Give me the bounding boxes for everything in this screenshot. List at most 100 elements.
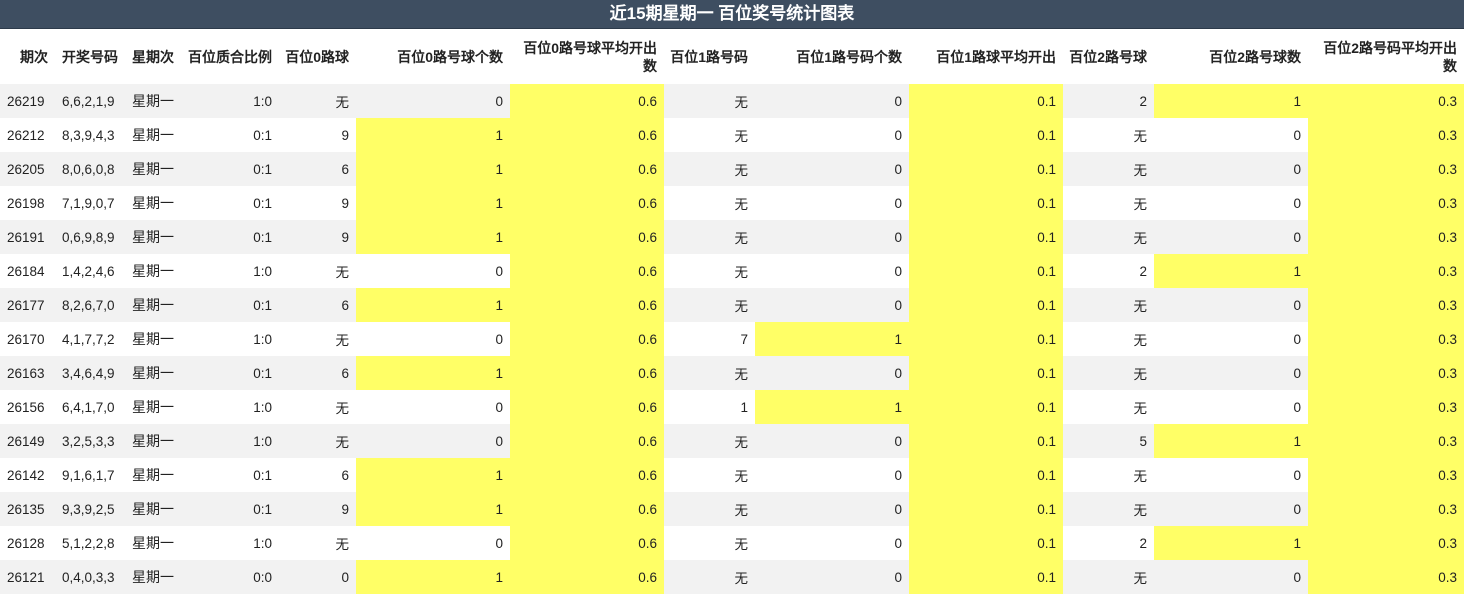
header-route0-average[interactable]: 百位0路号球平均开出数	[510, 29, 664, 84]
cell-route0-ball: 无	[279, 424, 356, 458]
header-issue[interactable]: 期次	[0, 29, 55, 84]
cell-prime-composite-ratio: 1:0	[181, 390, 279, 424]
table-row[interactable]: 26177 8,2,6,7,0 星期一 0:1 6 1 0.6 无 0 0.1 无 0 0.3	[0, 288, 1464, 322]
table-row[interactable]: 26128 5,1,2,2,8 星期一 1:0 无 0 0.6 无 0 0.1 2 1 0.3	[0, 526, 1464, 560]
cell-weekday: 星期一	[125, 152, 181, 186]
table-row[interactable]: 26142 9,1,6,1,7 星期一 0:1 6 1 0.6 无 0 0.1 无 0 0.3	[0, 458, 1464, 492]
cell-issue: 26156	[0, 390, 55, 424]
table-row[interactable]: 26205 8,0,6,0,8 星期一 0:1 6 1 0.6 无 0 0.1 无 0 0.3	[0, 152, 1464, 186]
header-route1-count[interactable]: 百位1路号码个数	[755, 29, 909, 84]
header-draw-numbers[interactable]: 开奖号码	[55, 29, 125, 84]
cell-route0-ball: 9	[279, 118, 356, 152]
header-route0-count[interactable]: 百位0路号球个数	[356, 29, 510, 84]
cell-prime-composite-ratio: 1:0	[181, 424, 279, 458]
cell-route0-count: 1	[356, 152, 510, 186]
cell-route2-average: 0.3	[1308, 254, 1464, 288]
cell-route0-ball: 9	[279, 492, 356, 526]
cell-route2-average: 0.3	[1308, 390, 1464, 424]
table-row[interactable]: 26156 6,4,1,7,0 星期一 1:0 无 0 0.6 1 1 0.1 无 0 0.3	[0, 390, 1464, 424]
cell-draw-numbers: 0,4,0,3,3	[55, 560, 125, 594]
cell-issue: 26219	[0, 84, 55, 118]
header-route1-average[interactable]: 百位1路球平均开出	[909, 29, 1063, 84]
cell-route2-average: 0.3	[1308, 424, 1464, 458]
cell-route1-average: 0.1	[909, 526, 1063, 560]
cell-route1-count: 1	[755, 390, 909, 424]
cell-route1-number: 无	[664, 492, 755, 526]
cell-route0-average: 0.6	[510, 560, 664, 594]
table-row[interactable]: 26121 0,4,0,3,3 星期一 0:0 0 1 0.6 无 0 0.1 无 0 0.3	[0, 560, 1464, 594]
cell-route1-count: 1	[755, 322, 909, 356]
cell-prime-composite-ratio: 1:0	[181, 254, 279, 288]
cell-route1-number: 无	[664, 254, 755, 288]
cell-draw-numbers: 6,4,1,7,0	[55, 390, 125, 424]
cell-route0-count: 1	[356, 560, 510, 594]
header-route1-number[interactable]: 百位1路号码	[664, 29, 755, 84]
cell-route1-count: 0	[755, 288, 909, 322]
cell-route0-count: 1	[356, 288, 510, 322]
cell-prime-composite-ratio: 1:0	[181, 526, 279, 560]
table-row[interactable]: 26184 1,4,2,4,6 星期一 1:0 无 0 0.6 无 0 0.1 2 1 0.3	[0, 254, 1464, 288]
cell-route1-average: 0.1	[909, 560, 1063, 594]
cell-route2-ball: 无	[1063, 560, 1154, 594]
cell-route2-count: 0	[1154, 390, 1308, 424]
cell-weekday: 星期一	[125, 254, 181, 288]
table-row[interactable]: 26149 3,2,5,3,3 星期一 1:0 无 0 0.6 无 0 0.1 5 1 0.3	[0, 424, 1464, 458]
cell-draw-numbers: 9,1,6,1,7	[55, 458, 125, 492]
cell-route0-average: 0.6	[510, 492, 664, 526]
cell-route0-count: 1	[356, 118, 510, 152]
cell-route2-average: 0.3	[1308, 322, 1464, 356]
cell-issue: 26121	[0, 560, 55, 594]
stats-table: 期次 开奖号码 星期次 百位质合比例 百位0路球 百位0路号球个数 百位0路号球…	[0, 29, 1464, 594]
table-body: 26219 6,6,2,1,9 星期一 1:0 无 0 0.6 无 0 0.1 2 1 0.3 26212…	[0, 84, 1464, 594]
header-route2-ball[interactable]: 百位2路号球	[1063, 29, 1154, 84]
header-prime-composite-ratio[interactable]: 百位质合比例	[181, 29, 279, 84]
cell-route0-count: 0	[356, 390, 510, 424]
header-route2-average[interactable]: 百位2路号码平均开出数	[1308, 29, 1464, 84]
cell-route1-average: 0.1	[909, 322, 1063, 356]
cell-prime-composite-ratio: 1:0	[181, 322, 279, 356]
cell-issue: 26163	[0, 356, 55, 390]
cell-route1-number: 7	[664, 322, 755, 356]
cell-route2-average: 0.3	[1308, 118, 1464, 152]
table-row[interactable]: 26170 4,1,7,7,2 星期一 1:0 无 0 0.6 7 1 0.1 无 0 0.3	[0, 322, 1464, 356]
table-row[interactable]: 26212 8,3,9,4,3 星期一 0:1 9 1 0.6 无 0 0.1 无 0 0.3	[0, 118, 1464, 152]
cell-issue: 26177	[0, 288, 55, 322]
cell-weekday: 星期一	[125, 356, 181, 390]
cell-route1-number: 无	[664, 84, 755, 118]
cell-route1-count: 0	[755, 220, 909, 254]
table-row[interactable]: 26163 3,4,6,4,9 星期一 0:1 6 1 0.6 无 0 0.1 无 0 0.3	[0, 356, 1464, 390]
cell-route2-ball: 无	[1063, 458, 1154, 492]
cell-route0-ball: 6	[279, 288, 356, 322]
cell-route1-average: 0.1	[909, 152, 1063, 186]
table-title: 近15期星期一 百位奖号统计图表	[0, 0, 1464, 29]
cell-route0-count: 1	[356, 492, 510, 526]
cell-route1-count: 0	[755, 118, 909, 152]
cell-route0-average: 0.6	[510, 186, 664, 220]
cell-route2-average: 0.3	[1308, 526, 1464, 560]
cell-weekday: 星期一	[125, 492, 181, 526]
cell-route1-average: 0.1	[909, 458, 1063, 492]
cell-route2-average: 0.3	[1308, 220, 1464, 254]
table-row[interactable]: 26191 0,6,9,8,9 星期一 0:1 9 1 0.6 无 0 0.1 无 0 0.3	[0, 220, 1464, 254]
cell-route2-count: 1	[1154, 526, 1308, 560]
header-weekday[interactable]: 星期次	[125, 29, 181, 84]
cell-weekday: 星期一	[125, 84, 181, 118]
table-row[interactable]: 26198 7,1,9,0,7 星期一 0:1 9 1 0.6 无 0 0.1 无 0 0.3	[0, 186, 1464, 220]
cell-route2-ball: 无	[1063, 322, 1154, 356]
cell-route0-count: 0	[356, 84, 510, 118]
cell-route2-count: 0	[1154, 118, 1308, 152]
cell-route1-number: 无	[664, 288, 755, 322]
table-row[interactable]: 26135 9,3,9,2,5 星期一 0:1 9 1 0.6 无 0 0.1 无 0 0.3	[0, 492, 1464, 526]
header-route0-ball[interactable]: 百位0路球	[279, 29, 356, 84]
cell-issue: 26191	[0, 220, 55, 254]
cell-route2-average: 0.3	[1308, 560, 1464, 594]
cell-issue: 26135	[0, 492, 55, 526]
cell-route1-count: 0	[755, 560, 909, 594]
header-route2-count[interactable]: 百位2路号球数	[1154, 29, 1308, 84]
cell-route0-count: 1	[356, 220, 510, 254]
cell-route0-average: 0.6	[510, 424, 664, 458]
table-row[interactable]: 26219 6,6,2,1,9 星期一 1:0 无 0 0.6 无 0 0.1 2 1 0.3	[0, 84, 1464, 118]
cell-route2-count: 0	[1154, 458, 1308, 492]
cell-route0-ball: 无	[279, 254, 356, 288]
cell-route1-number: 无	[664, 152, 755, 186]
